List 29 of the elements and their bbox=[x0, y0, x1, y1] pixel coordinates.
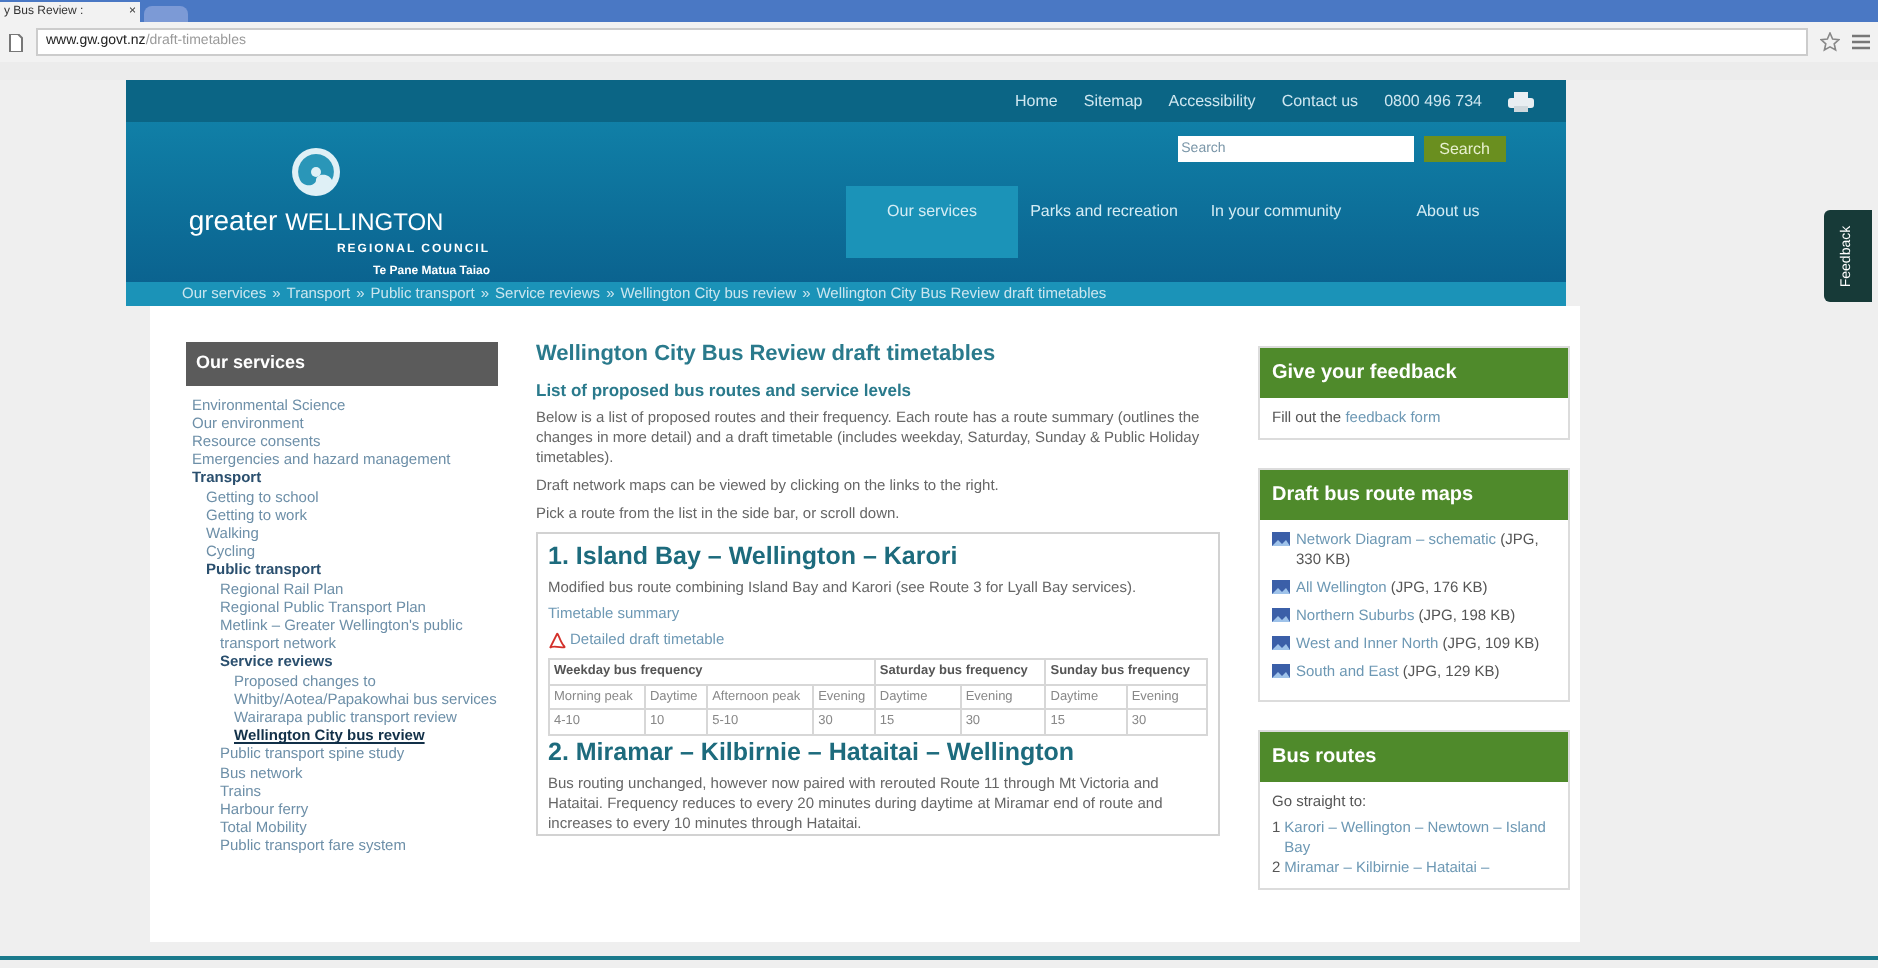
card-title: Give your feedback bbox=[1260, 348, 1568, 398]
logo-wordmark: greater WELLINGTON bbox=[188, 204, 444, 238]
image-icon bbox=[1272, 580, 1290, 594]
star-icon[interactable] bbox=[1820, 32, 1840, 52]
section-heading: List of proposed bus routes and service levels bbox=[536, 380, 914, 400]
printer-icon[interactable] bbox=[1508, 91, 1534, 111]
route-heading: 1. Island Bay – Wellington – Karori bbox=[548, 540, 960, 572]
page-title: Wellington City Bus Review draft timetables bbox=[536, 342, 998, 368]
nav-tab[interactable]: About us bbox=[1362, 186, 1534, 258]
image-icon bbox=[1272, 664, 1290, 678]
image-icon bbox=[1272, 636, 1290, 650]
nav-tab[interactable]: In your community bbox=[1190, 186, 1362, 258]
image-icon bbox=[1272, 608, 1290, 622]
page-icon bbox=[8, 33, 24, 51]
card-title: Draft bus route maps bbox=[1260, 470, 1568, 520]
nav-tab[interactable]: Parks and recreation bbox=[1018, 186, 1190, 258]
nav-tab[interactable]: Our services bbox=[846, 186, 1018, 258]
route-heading: 2. Miramar – Kilbirnie – Hataitai – Wellington bbox=[548, 735, 1077, 767]
header-link[interactable]: Home bbox=[1015, 89, 1058, 113]
header-link[interactable]: Accessibility bbox=[1168, 89, 1256, 113]
card-title: Bus routes bbox=[1260, 732, 1568, 782]
header-link[interactable]: Contact us bbox=[1281, 89, 1359, 113]
logo-icon bbox=[290, 146, 342, 198]
header-link[interactable]: Sitemap bbox=[1083, 89, 1143, 113]
header-link[interactable]: 0800 496 734 bbox=[1384, 89, 1482, 113]
search-button[interactable]: Search bbox=[1423, 136, 1506, 162]
menu-icon[interactable] bbox=[1852, 34, 1870, 50]
sidebar-title: Our services bbox=[186, 342, 498, 385]
image-icon bbox=[1272, 532, 1290, 546]
